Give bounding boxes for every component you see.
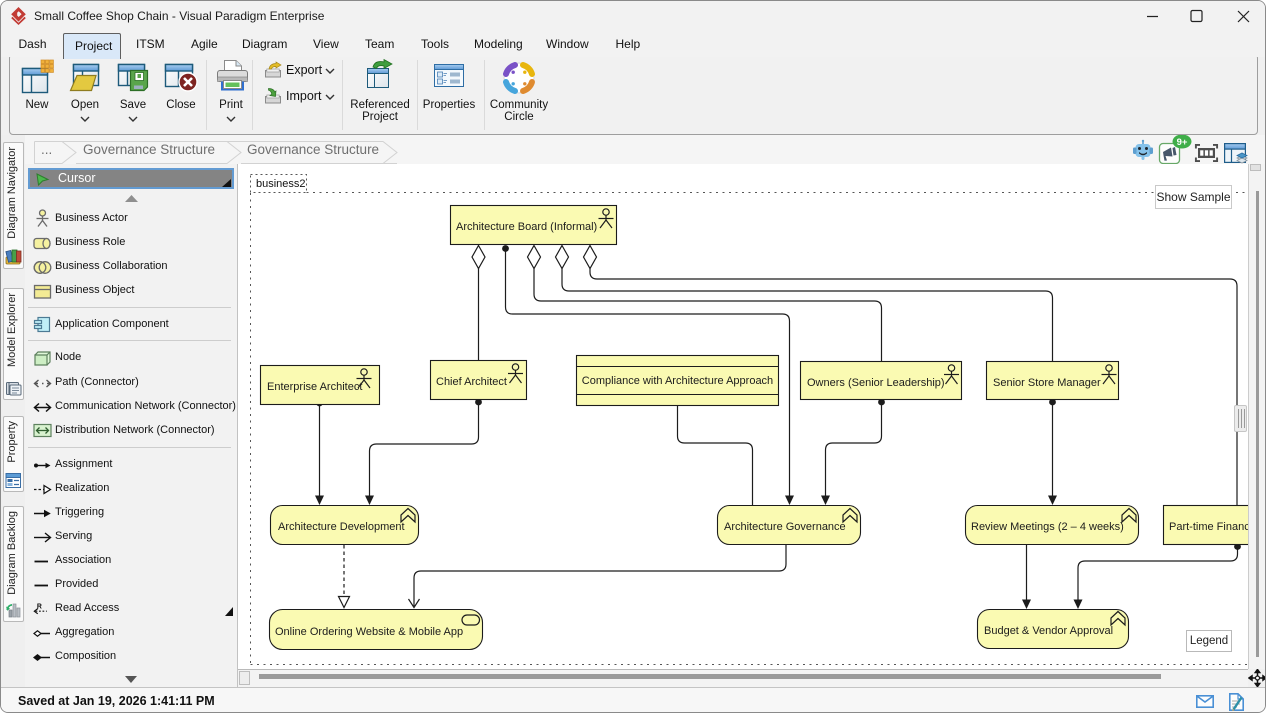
svg-text:Review Meetings (2 – 4 weeks): Review Meetings (2 – 4 weeks) [971, 521, 1124, 533]
svg-text:Architecture Development: Architecture Development [278, 521, 405, 533]
svg-text:Online Ordering Website & Mobi: Online Ordering Website & Mobile App [275, 626, 463, 638]
svg-text:Budget & Vendor Approval: Budget & Vendor Approval [984, 625, 1113, 637]
svg-text:Enterprise Architect: Enterprise Architect [267, 381, 362, 393]
svg-text:Part-time Financi: Part-time Financi [1169, 521, 1248, 533]
svg-text:Architecture Board (Informal): Architecture Board (Informal) [456, 221, 597, 233]
svg-text:R: R [37, 604, 42, 611]
svg-text:Compliance with Architecture A: Compliance with Architecture Approach [582, 375, 773, 387]
svg-text:Architecture Governance: Architecture Governance [724, 521, 846, 533]
svg-text:Senior Store Manager: Senior Store Manager [993, 377, 1101, 389]
svg-text:9+: 9+ [1177, 137, 1188, 148]
svg-text:business2: business2 [256, 178, 306, 190]
svg-text:Owners (Senior Leadership): Owners (Senior Leadership) [807, 377, 945, 389]
svg-text:Chief Architect: Chief Architect [436, 376, 507, 388]
